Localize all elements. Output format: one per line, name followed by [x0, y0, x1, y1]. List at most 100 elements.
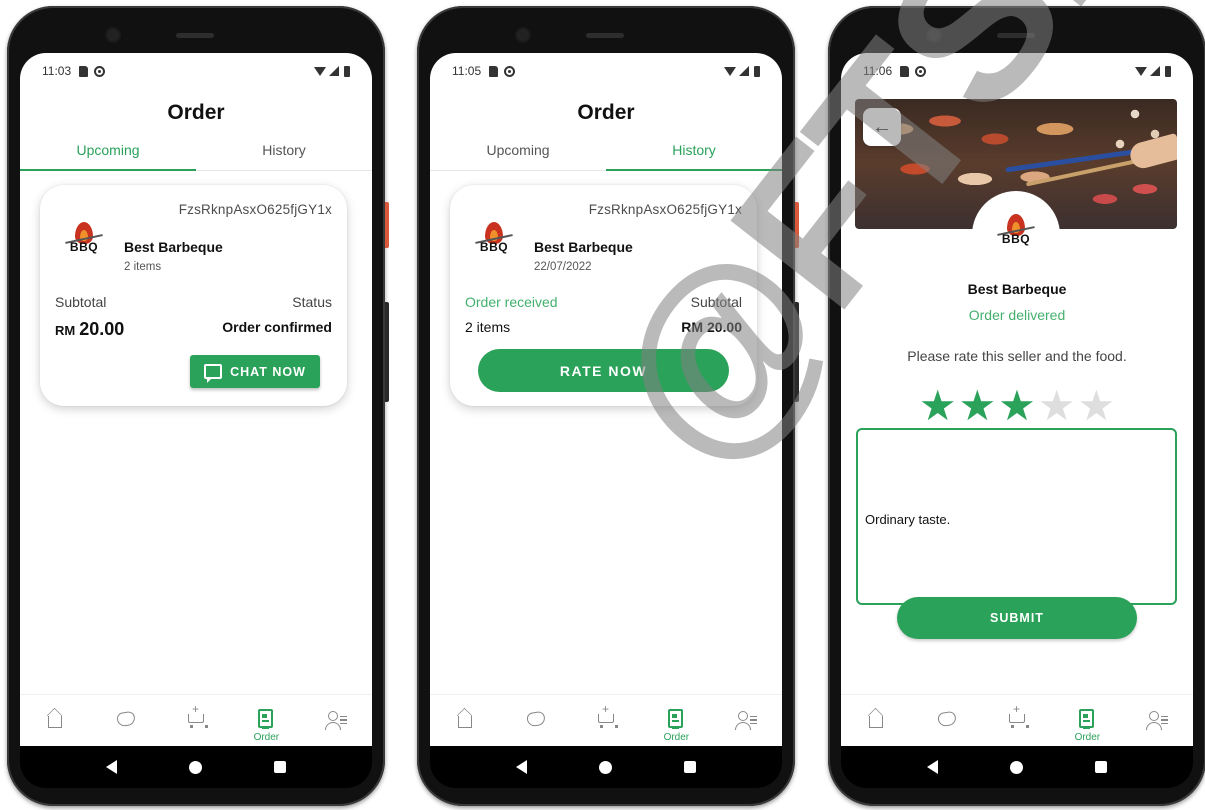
nav-order-label: Order	[253, 732, 280, 743]
review-input[interactable]: Ordinary taste.	[856, 428, 1177, 605]
nav-favourites[interactable]	[926, 708, 968, 730]
nav-home[interactable]	[444, 708, 486, 730]
signal-icon	[739, 66, 749, 76]
order-icon	[668, 709, 684, 729]
speaker-grill	[586, 33, 624, 38]
home-icon	[458, 716, 473, 728]
home-circle-icon[interactable]	[1010, 760, 1023, 774]
subtotal-value: RM 20.00	[681, 319, 742, 335]
star-icon[interactable]: ★	[1077, 385, 1115, 427]
review-text: Ordinary taste.	[865, 512, 951, 527]
back-icon[interactable]	[106, 760, 117, 774]
speaker-grill	[176, 33, 214, 38]
bottom-nav: Order	[841, 694, 1193, 746]
order-id: FzsRknpAsxO625fjGY1x	[178, 202, 332, 217]
nav-profile[interactable]	[726, 708, 768, 730]
front-camera	[517, 29, 529, 41]
order-icon	[1079, 709, 1095, 729]
front-camera	[107, 29, 119, 41]
star-rating[interactable]: ★ ★ ★ ★ ★	[841, 385, 1193, 427]
system-navbar	[841, 746, 1193, 788]
order-tabs: Upcoming History	[430, 134, 782, 171]
cart-add-icon	[597, 702, 618, 728]
amount: 20.00	[79, 319, 125, 339]
cart-add-icon	[187, 702, 208, 728]
order-id: FzsRknpAsxO625fjGY1x	[588, 202, 742, 217]
nav-order[interactable]: Order	[245, 708, 287, 743]
nav-order[interactable]: Order	[1066, 708, 1108, 743]
status-value: Order confirmed	[222, 319, 332, 335]
back-button[interactable]: ←	[863, 108, 901, 146]
shop-logo: BBQ	[464, 213, 524, 273]
signal-icon	[329, 66, 339, 76]
nav-home[interactable]	[34, 708, 76, 730]
rate-now-button[interactable]: RATE NOW	[478, 349, 729, 392]
sync-icon	[504, 65, 516, 77]
nav-cart[interactable]	[585, 702, 627, 730]
subtotal-label: Subtotal	[690, 294, 742, 310]
volume-button	[385, 302, 389, 402]
order-icon	[258, 709, 274, 729]
profile-icon	[1145, 711, 1162, 730]
heart-handshake-icon	[936, 710, 957, 728]
order-card[interactable]: FzsRknpAsxO625fjGY1x BBQ Best Barbeque 2…	[450, 185, 757, 406]
recents-icon[interactable]	[274, 761, 286, 773]
shop-avatar: BBQ	[972, 191, 1060, 279]
star-icon[interactable]: ★	[959, 385, 997, 427]
sd-card-icon	[489, 65, 499, 77]
star-icon[interactable]: ★	[1038, 385, 1076, 427]
nav-cart[interactable]	[175, 702, 217, 730]
status-label: Status	[292, 294, 332, 310]
list-icon	[1160, 716, 1168, 724]
page-title: Order	[577, 101, 635, 124]
tab-history[interactable]: History	[196, 134, 372, 170]
chat-now-button[interactable]: CHAT NOW	[190, 355, 320, 388]
profile-icon	[324, 711, 341, 730]
nav-profile[interactable]	[316, 708, 358, 730]
order-date: 22/07/2022	[534, 261, 592, 273]
home-circle-icon[interactable]	[599, 760, 612, 774]
order-status-label: Order received	[465, 294, 558, 310]
recents-icon[interactable]	[684, 761, 696, 773]
chat-now-label: CHAT NOW	[230, 364, 306, 379]
power-button	[385, 202, 389, 248]
phone-frame-history: 11:05 Order Upcoming History FzsRknpAsxO…	[417, 6, 799, 806]
tab-history[interactable]: History	[606, 134, 782, 171]
back-icon[interactable]	[516, 760, 527, 774]
nav-favourites[interactable]	[105, 708, 147, 730]
page-title: Order	[167, 101, 225, 124]
currency: RM	[55, 323, 76, 338]
phone-frame-upcoming: 11:03 Order Upcoming History FzsRknpAsxO…	[7, 6, 389, 806]
nav-cart[interactable]	[996, 702, 1038, 730]
order-card[interactable]: FzsRknpAsxO625fjGY1x BBQ Best Barbeque 2…	[40, 185, 347, 406]
power-button	[795, 202, 799, 248]
submit-button[interactable]: SUBMIT	[897, 597, 1137, 639]
volume-button	[795, 302, 799, 402]
nav-home[interactable]	[855, 708, 897, 730]
rating-prompt: Please rate this seller and the food.	[907, 348, 1127, 364]
star-icon[interactable]: ★	[998, 385, 1036, 427]
status-bar: 11:06	[863, 61, 1171, 81]
status-time: 11:03	[42, 64, 72, 78]
heart-handshake-icon	[525, 710, 546, 728]
signal-icon	[1150, 66, 1160, 76]
system-navbar	[20, 746, 372, 788]
tab-upcoming[interactable]: Upcoming	[20, 134, 196, 171]
front-camera	[928, 29, 940, 41]
nav-profile[interactable]	[1137, 708, 1179, 730]
back-icon[interactable]	[927, 760, 938, 774]
shop-name: Best Barbeque	[124, 239, 223, 255]
tab-upcoming[interactable]: Upcoming	[430, 134, 606, 170]
nav-order[interactable]: Order	[655, 708, 697, 743]
home-icon	[869, 716, 884, 728]
home-circle-icon[interactable]	[189, 760, 202, 774]
shop-name: Best Barbeque	[534, 239, 633, 255]
sd-card-icon	[900, 65, 910, 77]
nav-favourites[interactable]	[515, 708, 557, 730]
bottom-nav: Order	[430, 694, 782, 746]
recents-icon[interactable]	[1095, 761, 1107, 773]
order-status: Order delivered	[968, 307, 1066, 323]
status-time: 11:06	[863, 64, 893, 78]
bottom-nav: Order	[20, 694, 372, 746]
star-icon[interactable]: ★	[919, 385, 957, 427]
